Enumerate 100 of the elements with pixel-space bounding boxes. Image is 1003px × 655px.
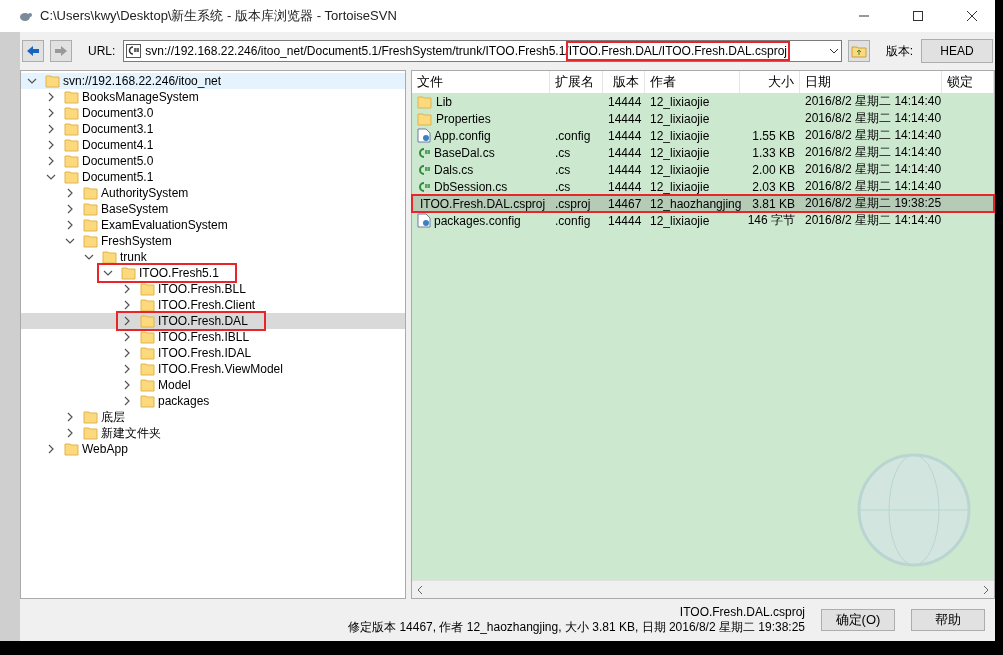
folder-icon: [83, 185, 99, 201]
back-button[interactable]: [22, 40, 44, 62]
table-cell: 2.00 KB: [752, 162, 795, 177]
tree-item[interactable]: Document5.1: [21, 169, 405, 185]
chevron-right-icon[interactable]: [46, 140, 56, 150]
folder-icon: [140, 393, 156, 409]
tree-item-label: Document5.1: [81, 170, 155, 184]
file-row[interactable]: Dals.cs .cs 14444 12_lixiaojie 2.00 KB 2016/8/2 星期二 14:14:40: [412, 161, 994, 178]
table-cell: 12_lixiaojie: [650, 179, 710, 194]
folder-icon: [140, 361, 156, 377]
tree-item[interactable]: ITOO.Fresh.IDAL: [21, 345, 405, 361]
revision-button[interactable]: HEAD: [921, 39, 993, 63]
tree-item[interactable]: WebApp: [21, 441, 405, 457]
tree-item[interactable]: ITOO.Fresh5.1: [21, 265, 405, 281]
chevron-right-icon[interactable]: [46, 92, 56, 102]
chevron-right-icon[interactable]: [122, 284, 132, 294]
folder-icon: [64, 169, 80, 185]
tree-item[interactable]: ITOO.Fresh.ViewModel: [21, 361, 405, 377]
table-cell: 12_lixiaojie: [650, 111, 710, 126]
tree-item[interactable]: Document3.1: [21, 121, 405, 137]
folder-icon: [102, 249, 118, 265]
dialog-button[interactable]: 帮助: [911, 609, 985, 631]
chevron-right-icon[interactable]: [65, 428, 75, 438]
chevron-right-icon[interactable]: [65, 412, 75, 422]
table-cell: App.config: [434, 128, 491, 143]
tree-item[interactable]: BaseSystem: [21, 201, 405, 217]
file-row[interactable]: Lib 14444 12_lixiaojie 2016/8/2 星期二 14:14:40: [412, 93, 994, 110]
table-cell: .config: [555, 213, 591, 228]
table-cell: 2016/8/2 星期二 14:14:40: [805, 161, 942, 178]
tree-item[interactable]: ExamEvaluationSystem: [21, 217, 405, 233]
tree-item-label: ITOO.Fresh.BLL: [157, 282, 247, 296]
tree-item[interactable]: Document4.1: [21, 137, 405, 153]
chevron-right-icon[interactable]: [122, 316, 132, 326]
tree-item[interactable]: 底层: [21, 409, 405, 425]
tree-item[interactable]: ITOO.Fresh.DAL: [21, 313, 405, 329]
tree-item[interactable]: packages: [21, 393, 405, 409]
dialog-button[interactable]: 确定(O): [821, 609, 895, 631]
table-cell: .csproj: [555, 196, 591, 211]
tree-item[interactable]: Document5.0: [21, 153, 405, 169]
folder-icon: [64, 153, 80, 169]
folder-icon: [140, 313, 156, 329]
tree-item-label: ITOO.Fresh5.1: [138, 266, 220, 280]
chevron-right-icon[interactable]: [122, 380, 132, 390]
chevron-right-icon[interactable]: [46, 108, 56, 118]
tree-item[interactable]: ITOO.Fresh.BLL: [21, 281, 405, 297]
tree-item[interactable]: Model: [21, 377, 405, 393]
tree-item-label: Model: [157, 378, 192, 392]
chevron-right-icon[interactable]: [122, 300, 132, 310]
file-row[interactable]: DbSession.cs .cs 14444 12_lixiaojie 2.03 KB 2016/8/2 星期二 14:14:40: [412, 178, 994, 195]
file-row[interactable]: Properties 14444 12_lixiaojie 2016/8/2 星期二 14:14:40: [412, 110, 994, 127]
chevron-right-icon[interactable]: [46, 124, 56, 134]
tree-item[interactable]: ITOO.Fresh.IBLL: [21, 329, 405, 345]
chevron-right-icon[interactable]: [122, 348, 132, 358]
chevron-right-icon[interactable]: [46, 156, 56, 166]
chevron-right-icon[interactable]: [122, 396, 132, 406]
chevron-down-icon[interactable]: [65, 236, 75, 246]
tree-item[interactable]: BooksManageSystem: [21, 89, 405, 105]
table-cell: 2.03 KB: [752, 179, 795, 194]
table-cell: ITOO.Fresh.DAL.csproj: [420, 196, 546, 211]
tree-item[interactable]: ITOO.Fresh.Client: [21, 297, 405, 313]
table-cell: 14444: [608, 145, 642, 160]
tree-item[interactable]: Document3.0: [21, 105, 405, 121]
chevron-right-icon[interactable]: [65, 204, 75, 214]
chevron-down-icon[interactable]: [46, 172, 56, 182]
chevron-right-icon[interactable]: [65, 220, 75, 230]
window-title: C:\Users\kwy\Desktop\新生系统 - 版本库浏览器 - TortoiseSVN: [40, 7, 398, 25]
tree-item[interactable]: svn://192.168.22.246/itoo_net: [21, 73, 405, 89]
chevron-right-icon[interactable]: [65, 188, 75, 198]
file-row[interactable]: BaseDal.cs .cs 14444 12_lixiaojie 1.33 KB 2016/8/2 星期二 14:14:40: [412, 144, 994, 161]
table-cell: 12_lixiaojie: [650, 213, 710, 228]
chevron-right-icon[interactable]: [982, 585, 990, 594]
chevron-down-icon[interactable]: [84, 252, 94, 262]
file-row[interactable]: App.config .config 14444 12_lixiaojie 1.55 KB 2016/8/2 星期二 14:14:40: [412, 127, 994, 144]
chevron-right-icon[interactable]: [122, 332, 132, 342]
chevron-right-icon[interactable]: [46, 444, 56, 454]
table-cell: 12_haozhangjing: [650, 196, 742, 211]
table-cell: DbSession.cs: [434, 179, 508, 194]
tree-item-label: Document5.0: [81, 154, 155, 168]
tree-item[interactable]: trunk: [21, 249, 405, 265]
table-cell: 1.33 KB: [752, 145, 795, 160]
horizontal-scrollbar[interactable]: [412, 580, 994, 598]
table-cell: packages.config: [434, 213, 521, 228]
caret-icon[interactable]: [828, 48, 839, 54]
tree-item-label: Document3.1: [81, 122, 155, 136]
tree-item-label: 新建文件夹: [100, 424, 162, 442]
chevron-left-icon[interactable]: [416, 585, 424, 594]
file-row[interactable]: packages.config .config 14444 12_lixiaojie 146 字节 2016/8/2 星期二 14:14:40: [412, 212, 994, 229]
table-cell: 12_lixiaojie: [650, 94, 710, 109]
file-row[interactable]: ITOO.Fresh.DAL.csproj .csproj 14467 12_haozhangjing 3.81 KB 2016/8/2 星期二 19:38:25: [412, 195, 994, 212]
table-cell: BaseDal.cs: [434, 145, 495, 160]
chevron-right-icon[interactable]: [122, 364, 132, 374]
table-cell: 14444: [608, 128, 642, 143]
chevron-down-icon[interactable]: [27, 76, 37, 86]
chevron-down-icon[interactable]: [103, 268, 113, 278]
tree-item-label: BaseSystem: [100, 202, 170, 216]
tree-item[interactable]: AuthoritySystem: [21, 185, 405, 201]
tree-item[interactable]: FreshSystem: [21, 233, 405, 249]
tree-item-label: WebApp: [81, 442, 129, 456]
tree-item[interactable]: 新建文件夹: [21, 425, 405, 441]
table-cell: 14444: [608, 162, 642, 177]
